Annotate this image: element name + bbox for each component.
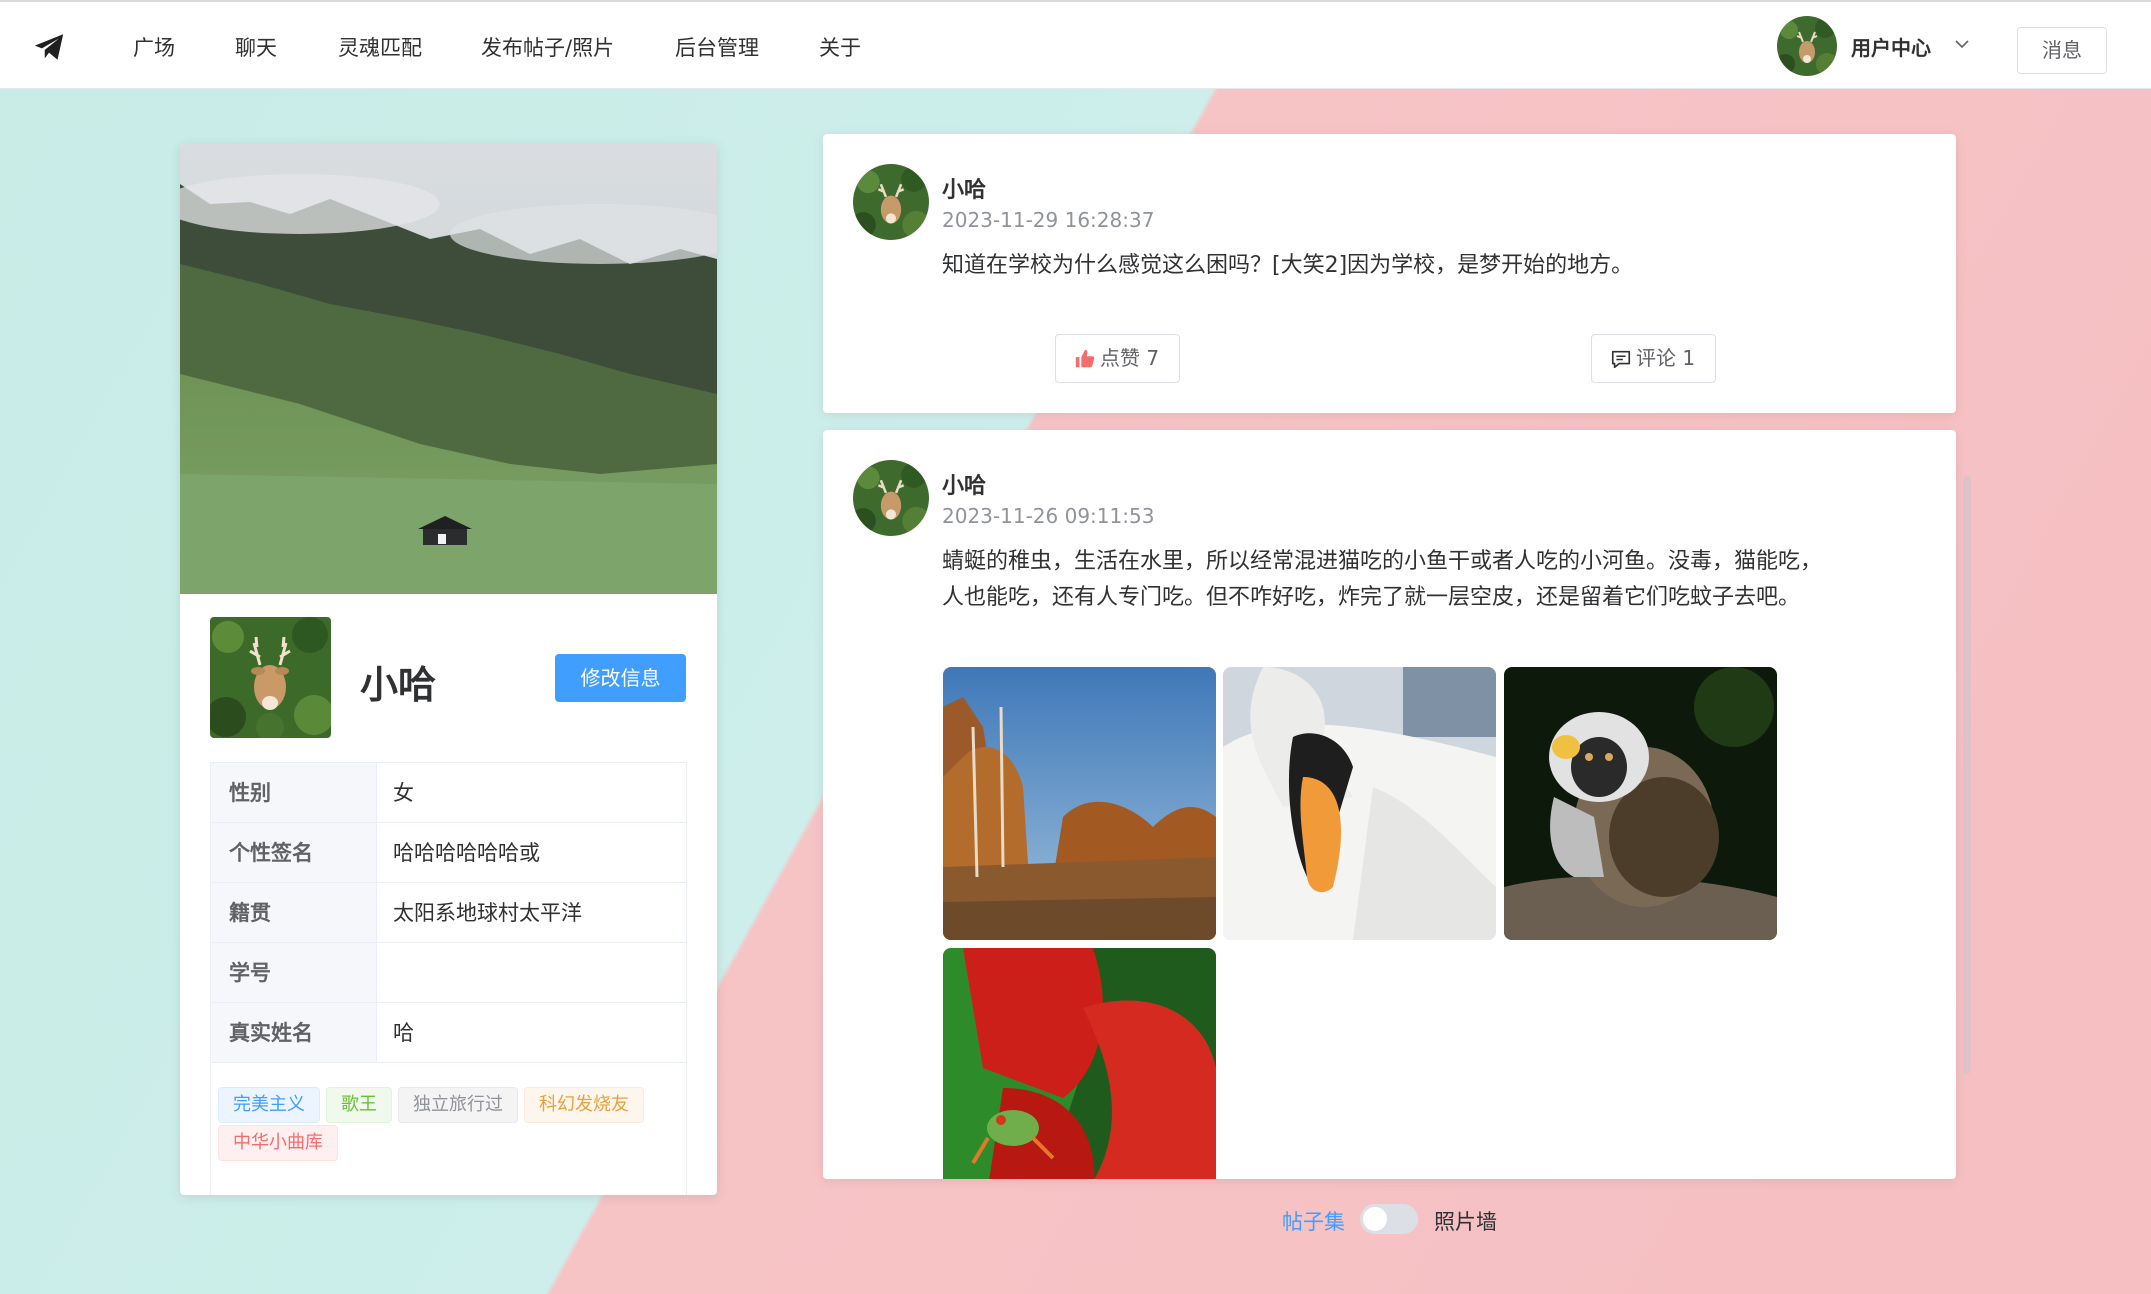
comment-icon bbox=[1611, 350, 1631, 368]
like-button[interactable]: 点赞 7 bbox=[1055, 334, 1181, 383]
profile-card: 小哈 修改信息 性别 女 个性签名 哈哈哈哈哈哈或 籍贯 太阳系地球村太平洋 学… bbox=[180, 144, 717, 1195]
info-label: 个性签名 bbox=[211, 823, 377, 882]
post-author-avatar[interactable] bbox=[853, 164, 929, 240]
info-label: 真实姓名 bbox=[211, 1003, 377, 1062]
thumbs-up-icon bbox=[1075, 349, 1095, 367]
post-photo[interactable] bbox=[1223, 667, 1496, 940]
info-value: 哈 bbox=[393, 1021, 414, 1045]
nav-item-square[interactable]: 广场 bbox=[133, 32, 175, 62]
info-label: 籍贯 bbox=[211, 883, 377, 942]
info-row: 性别 女 bbox=[211, 763, 686, 823]
user-avatar[interactable] bbox=[1777, 16, 1837, 76]
nav-item-about[interactable]: 关于 bbox=[819, 32, 861, 62]
info-row: 籍贯 太阳系地球村太平洋 bbox=[211, 883, 686, 943]
comment-button[interactable]: 评论 1 bbox=[1591, 334, 1717, 383]
comment-label: 评论 1 bbox=[1636, 346, 1696, 370]
post-time: 2023-11-26 09:11:53 bbox=[942, 504, 1155, 528]
post-card: 小哈 2023-11-29 16:28:37 知道在学校为什么感觉这么困吗？[大… bbox=[823, 134, 1956, 413]
tag: 独立旅行过 bbox=[398, 1087, 518, 1123]
post-content: 蜻蜓的稚虫，生活在水里，所以经常混进猫吃的小鱼干或者人吃的小河鱼。没毒，猫能吃，… bbox=[942, 549, 1823, 610]
nav-item-soul-match[interactable]: 灵魂匹配 bbox=[338, 32, 422, 62]
post-time: 2023-11-29 16:28:37 bbox=[942, 208, 1155, 232]
paper-plane-icon[interactable] bbox=[32, 30, 66, 64]
post-author[interactable]: 小哈 bbox=[942, 468, 986, 500]
info-row: 真实姓名 哈 bbox=[211, 1003, 686, 1063]
user-center-menu[interactable]: 用户中心 bbox=[1851, 32, 1931, 61]
toggle-label-photos[interactable]: 照片墙 bbox=[1434, 1206, 1497, 1236]
post-author[interactable]: 小哈 bbox=[942, 172, 986, 204]
info-row: 个性签名 哈哈哈哈哈哈或 bbox=[211, 823, 686, 883]
nav-item-publish[interactable]: 发布帖子/照片 bbox=[481, 32, 614, 62]
tag: 科幻发烧友 bbox=[524, 1087, 644, 1123]
info-value bbox=[377, 943, 686, 1002]
post-card: 小哈 2023-11-26 09:11:53 蜻蜓的稚虫，生活在水里，所以经常混… bbox=[823, 430, 1956, 1179]
post-photo[interactable] bbox=[943, 948, 1216, 1179]
edit-info-button[interactable]: 修改信息 bbox=[555, 654, 686, 702]
message-button[interactable]: 消息 bbox=[2017, 27, 2107, 74]
view-toggle-knob[interactable] bbox=[1363, 1207, 1387, 1231]
profile-name: 小哈 bbox=[360, 663, 437, 707]
tag: 歌王 bbox=[326, 1087, 392, 1123]
info-value: 女 bbox=[393, 781, 414, 805]
tag: 中华小曲库 bbox=[218, 1125, 338, 1161]
profile-cover-image bbox=[180, 144, 717, 594]
post-author-avatar[interactable] bbox=[853, 460, 929, 536]
post-photo[interactable] bbox=[943, 667, 1216, 940]
post-content: 知道在学校为什么感觉这么困吗？[大笑2]因为学校，是梦开始的地方。 bbox=[942, 253, 1634, 278]
info-label: 学号 bbox=[211, 943, 377, 1002]
toggle-label-posts[interactable]: 帖子集 bbox=[1282, 1206, 1345, 1236]
like-label: 点赞 7 bbox=[1100, 346, 1160, 370]
top-nav: 广场 聊天 灵魂匹配 发布帖子/照片 后台管理 关于 用户中心 消息 bbox=[0, 0, 2151, 89]
info-value: 太阳系地球村太平洋 bbox=[393, 901, 582, 925]
profile-avatar[interactable] bbox=[210, 617, 331, 738]
tag: 完美主义 bbox=[218, 1087, 320, 1123]
chevron-down-icon[interactable] bbox=[1953, 38, 1971, 50]
info-label: 性别 bbox=[211, 763, 377, 822]
post-photo[interactable] bbox=[1504, 667, 1777, 940]
info-row: 学号 bbox=[211, 943, 686, 1003]
nav-item-chat[interactable]: 聊天 bbox=[235, 32, 277, 62]
info-value: 哈哈哈哈哈哈或 bbox=[393, 841, 540, 865]
feed-scrollbar[interactable] bbox=[1963, 476, 1971, 1074]
nav-item-admin[interactable]: 后台管理 bbox=[675, 32, 759, 62]
